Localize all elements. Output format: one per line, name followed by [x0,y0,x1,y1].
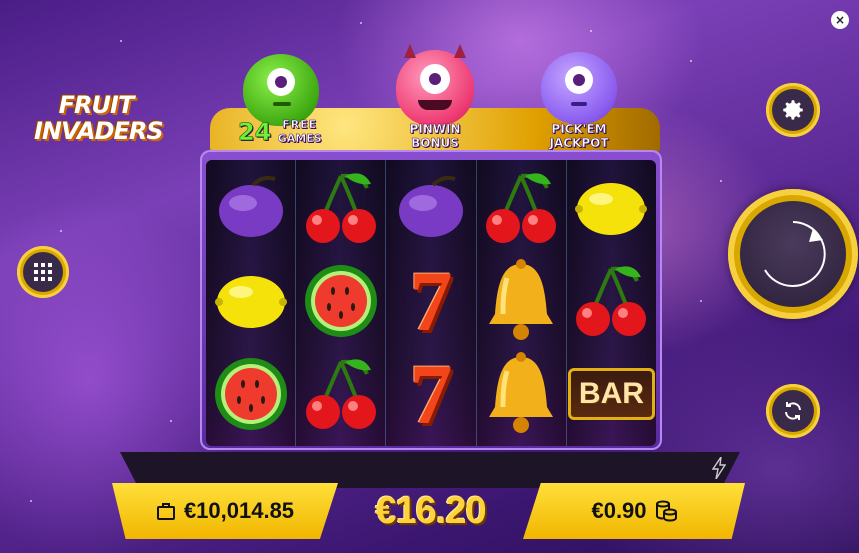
cherry-symbol [477,162,566,254]
bar-symbol-label: BAR [567,368,655,420]
menu-button[interactable] [17,246,69,298]
lightning-icon[interactable] [712,457,726,479]
seven-symbol-label: 7 [409,346,453,442]
game-logo: FRUIT INVADERS [34,91,164,154]
reel-grid: 77 BAR [206,160,656,446]
wallet-icon [156,503,175,520]
seven-symbol: 7 [386,255,475,347]
gear-icon [783,100,803,120]
coins-icon [655,500,677,522]
balance-value: €10,014.85 [183,498,295,523]
bet-value: €0.90 [591,498,647,523]
bet-selector[interactable]: €0.90 [523,483,745,539]
spin-button[interactable] [728,189,858,319]
plum-symbol [386,162,475,254]
cherry-symbol [296,162,385,254]
pickem-line1: PICK'EM [551,122,607,137]
pinwin-line1: PINWIN [409,122,461,137]
green-monster-icon [243,54,319,126]
reel-2 [296,160,387,446]
purple-monster-icon [541,52,617,124]
reel-5: BAR [566,160,656,446]
refresh-icon [785,402,801,420]
cherry-symbol [296,348,385,440]
cherry-symbol [567,255,656,347]
win-amount: €16.20 [375,489,486,532]
pink-monster-icon [396,44,474,126]
reel-3: 77 [386,160,477,446]
lemon-symbol [567,162,656,254]
bar-symbol: BAR [567,348,656,440]
reel-1 [206,160,297,446]
seven-symbol: 7 [386,348,475,440]
bottom-bar [120,452,740,488]
free-games-label: 24 FREE GAMES [238,118,328,147]
lemon-symbol [206,255,295,347]
free-games-number: 24 [238,118,272,147]
balance-display: €10,014.85 [112,483,338,539]
logo-line1: FRUIT [58,91,135,119]
autoplay-button[interactable] [766,384,820,438]
seven-symbol-label: 7 [409,253,453,349]
reel-4 [476,160,567,446]
bell-symbol [477,255,566,347]
spin-arrow-icon [764,221,826,287]
pinwin-bonus-label: PINWIN BONUS [393,122,477,151]
close-button[interactable]: × [831,11,849,29]
bell-symbol [477,348,566,440]
grid-icon [34,263,52,281]
pinwin-line2: BONUS [411,136,459,151]
pickem-jackpot-label: PICK'EM JACKPOT [537,122,621,151]
watermelon-symbol [206,348,295,440]
settings-button[interactable] [766,83,820,137]
pickem-line2: JACKPOT [549,136,609,151]
logo-line2: INVADERS [34,117,164,145]
watermelon-symbol [296,255,385,347]
plum-symbol [206,162,295,254]
